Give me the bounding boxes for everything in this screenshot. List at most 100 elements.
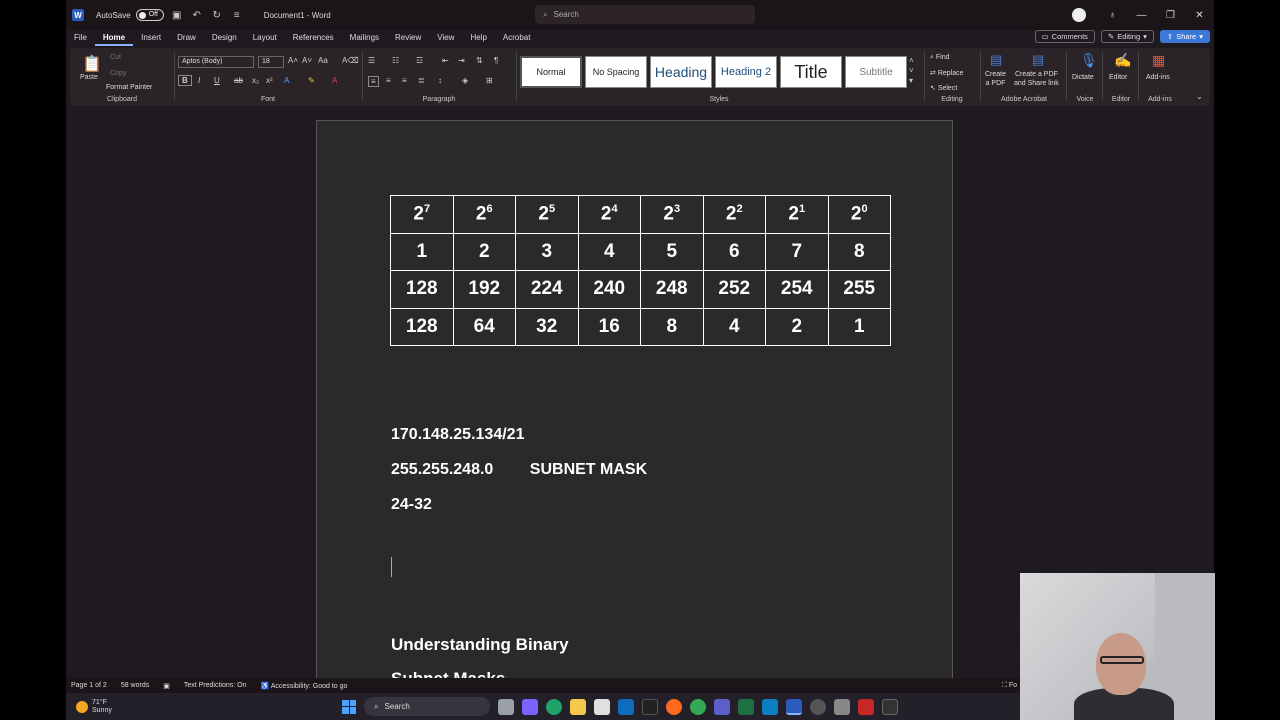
replace-button[interactable]: ⇄ Replace xyxy=(930,69,964,77)
tab-layout[interactable]: Layout xyxy=(245,30,285,46)
settings-icon[interactable] xyxy=(810,698,826,715)
shading-icon[interactable]: ◈ xyxy=(462,76,468,85)
text-effects-icon[interactable]: A xyxy=(284,76,289,85)
table-cell[interactable]: 240 xyxy=(577,270,641,309)
shrink-font-icon[interactable]: A˅ xyxy=(302,56,312,65)
multilevel-list-icon[interactable]: ☲ xyxy=(416,56,423,65)
decrease-indent-icon[interactable]: ⇤ xyxy=(442,56,449,65)
strikethrough-icon[interactable]: ab xyxy=(234,76,243,85)
sort-icon[interactable]: ⇅ xyxy=(476,56,483,65)
create-pdf-icon[interactable]: ▤ xyxy=(990,52,1002,68)
superscript-icon[interactable]: x² xyxy=(266,76,273,85)
autosave-control[interactable]: AutoSave Off xyxy=(96,9,164,21)
style-title[interactable]: Title xyxy=(780,56,842,88)
style-subtitle[interactable]: Subtitle xyxy=(845,56,907,88)
change-case-icon[interactable]: Aa xyxy=(318,56,328,65)
font-size-select[interactable]: 18 xyxy=(258,56,284,68)
outlook-icon[interactable] xyxy=(618,698,634,715)
table-cell[interactable]: 8 xyxy=(827,232,891,271)
tab-help[interactable]: Help xyxy=(462,30,494,46)
windows-start-icon[interactable] xyxy=(342,699,356,714)
bold-icon[interactable]: B xyxy=(178,75,192,86)
font-color-icon[interactable]: A xyxy=(332,76,337,85)
share-pdf-icon[interactable]: ▤ xyxy=(1032,52,1044,68)
tab-insert[interactable]: Insert xyxy=(133,30,169,46)
chrome-icon[interactable] xyxy=(690,698,706,715)
tab-acrobat[interactable]: Acrobat xyxy=(495,30,539,46)
tab-file[interactable]: File xyxy=(66,30,95,46)
cut-button[interactable]: Cut xyxy=(110,54,121,61)
acrobat-icon[interactable] xyxy=(858,698,874,715)
tab-home[interactable]: Home xyxy=(94,30,134,46)
subscript-icon[interactable]: x₂ xyxy=(252,76,259,85)
taskbar-search[interactable]: ⌕ Search xyxy=(364,697,490,716)
addins-button[interactable]: Add-ins xyxy=(1146,74,1170,81)
editing-mode-button[interactable]: ✎ Editing ▾ xyxy=(1100,30,1154,43)
style-heading-1[interactable]: Heading xyxy=(650,56,712,88)
collapse-ribbon-icon[interactable]: ⌄ xyxy=(1196,92,1203,101)
close-button[interactable]: ✕ xyxy=(1185,10,1214,21)
calculator-icon[interactable] xyxy=(834,698,850,715)
paste-button[interactable]: Paste xyxy=(80,74,98,81)
redo-icon[interactable]: ↻ xyxy=(210,10,224,21)
table-cell[interactable]: 4 xyxy=(577,232,641,271)
word-count[interactable]: 58 words xyxy=(121,682,149,689)
table-cell[interactable]: 5 xyxy=(640,232,704,271)
format-painter-button[interactable]: Format Painter xyxy=(106,84,152,91)
tab-review[interactable]: Review xyxy=(387,30,429,46)
edge-icon[interactable] xyxy=(546,698,562,715)
store-icon[interactable] xyxy=(594,698,610,715)
table-cell[interactable]: 21 xyxy=(765,195,829,234)
word-icon[interactable] xyxy=(786,698,802,715)
editor-icon[interactable]: ✍ xyxy=(1114,52,1131,69)
table-cell[interactable]: 64 xyxy=(452,307,516,346)
table-cell[interactable]: 252 xyxy=(702,270,766,309)
line-spacing-icon[interactable]: ↕ xyxy=(438,76,442,85)
align-left-icon[interactable]: ≡ xyxy=(368,76,379,87)
create-share-pdf-button[interactable]: Create a PDF and Share link xyxy=(1014,70,1059,88)
tab-mailings[interactable]: Mailings xyxy=(342,30,387,46)
table-cell[interactable]: 24 xyxy=(577,195,641,234)
autosave-toggle[interactable]: Off xyxy=(135,9,164,21)
style-heading-2[interactable]: Heading 2 xyxy=(715,56,777,88)
file-explorer-icon[interactable] xyxy=(570,698,586,715)
copy-button[interactable]: Copy xyxy=(110,70,126,77)
table-cell[interactable]: 128 xyxy=(390,270,454,309)
table-cell[interactable]: 25 xyxy=(515,195,579,234)
addins-icon[interactable]: ▦ xyxy=(1152,52,1165,69)
proofing-icon[interactable]: ▣ xyxy=(163,682,170,690)
minimize-button[interactable]: — xyxy=(1127,10,1156,21)
select-button[interactable]: ↖ Select xyxy=(930,84,957,92)
table-cell[interactable]: 27 xyxy=(390,195,454,234)
table-cell[interactable]: 2 xyxy=(452,232,516,271)
align-right-icon[interactable]: ≡ xyxy=(402,76,407,85)
tab-draw[interactable]: Draw xyxy=(169,30,204,46)
italic-icon[interactable]: I xyxy=(198,76,200,85)
clear-formatting-icon[interactable]: A⌫ xyxy=(342,56,359,65)
find-button[interactable]: ⌕ Find xyxy=(930,54,950,62)
x-icon[interactable] xyxy=(642,698,658,715)
grow-font-icon[interactable]: A˄ xyxy=(288,56,298,65)
table-cell[interactable]: 22 xyxy=(702,195,766,234)
table-cell[interactable]: 32 xyxy=(515,307,579,346)
table-cell[interactable]: 224 xyxy=(515,270,579,309)
style-no-spacing[interactable]: No Spacing xyxy=(585,56,647,88)
create-pdf-button[interactable]: Create a PDF xyxy=(985,70,1006,88)
align-center-icon[interactable]: ≡ xyxy=(386,76,391,85)
terminal-icon[interactable] xyxy=(882,698,898,715)
editor-button[interactable]: Editor xyxy=(1109,74,1127,81)
table-cell[interactable]: 20 xyxy=(827,195,891,234)
tab-view[interactable]: View xyxy=(429,30,462,46)
table-cell[interactable]: 6 xyxy=(702,232,766,271)
accessibility-status[interactable]: ♿ Accessibility: Good to go xyxy=(260,682,347,690)
search-input[interactable]: ⌕ Search xyxy=(535,5,755,24)
app-icon[interactable] xyxy=(762,698,778,715)
table-cell[interactable]: 3 xyxy=(515,232,579,271)
teams-icon[interactable] xyxy=(714,698,730,715)
show-formatting-icon[interactable]: ¶ xyxy=(494,56,498,65)
numbering-icon[interactable]: ☷ xyxy=(392,56,399,65)
microphone-icon[interactable]: 🎙 xyxy=(1080,52,1098,69)
lightbulb-icon[interactable]: ♁ xyxy=(1098,10,1127,21)
firefox-icon[interactable] xyxy=(666,698,682,715)
table-cell[interactable]: 23 xyxy=(640,195,704,234)
